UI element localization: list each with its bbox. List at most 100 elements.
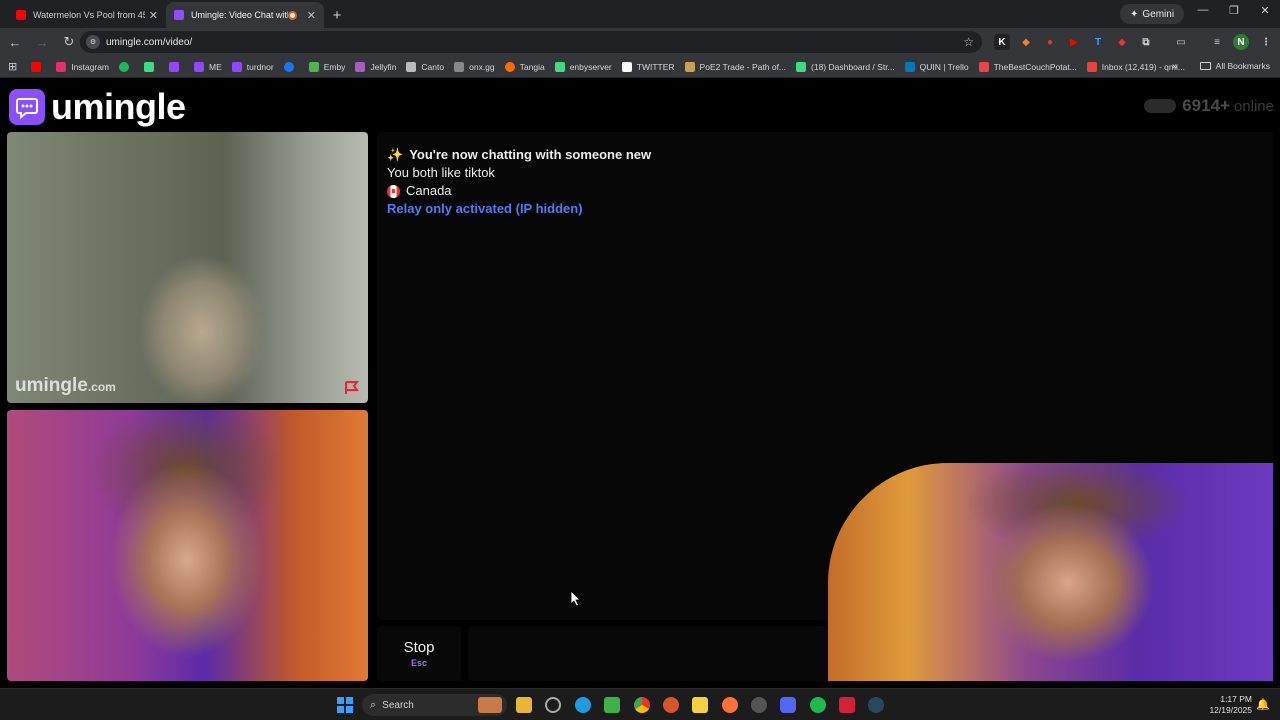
bookmark-twitter[interactable]: TWITTER [621,61,675,72]
facebook-icon [283,61,294,72]
bookmark-tangia[interactable]: Tangia [504,61,545,72]
reload-icon[interactable]: ↻ [57,34,81,50]
spotify-icon [119,61,130,72]
all-bookmarks-button[interactable]: All Bookmarks [1199,61,1270,71]
chat-input[interactable] [468,626,828,681]
chrome-icon[interactable] [634,697,650,713]
notification-bell-icon[interactable]: 🔔 [1256,698,1270,711]
theme-toggle[interactable] [1144,99,1177,113]
bookmark-facebook[interactable] [283,61,299,72]
enbyserver-icon [554,61,565,72]
forward-icon[interactable]: → [30,35,54,50]
online-count: 6914+ [1182,96,1230,115]
bookmark-dashboard[interactable]: (18) Dashboard / Str... [796,61,895,72]
online-indicator: 6914+ online [1144,96,1274,116]
twitch-icon [194,61,205,72]
online-label: online [1233,97,1274,115]
start-windows-icon[interactable] [337,697,353,713]
remote-video: umingle.com [7,132,368,403]
dashboard-icon [796,61,807,72]
umingle-logo[interactable]: umingle [9,86,186,128]
url-text: umingle.com/video/ [106,36,193,48]
bookmark-jellyfin[interactable]: Jellyfin [355,61,396,72]
extension-translate-icon[interactable]: T [1090,34,1106,50]
taskbar: ⌕ Search 1:17 PM 12/19/2025 🔔 [0,688,1280,720]
bookmark-emby[interactable]: Emby [308,61,345,72]
mouse-cursor-icon [571,591,581,607]
firefox-icon[interactable] [722,697,738,713]
sticky-notes-icon[interactable] [692,697,708,713]
minimize-icon[interactable]: — [1188,4,1218,16]
onx-icon [454,61,465,72]
x-icon [621,61,632,72]
new-tab-button[interactable]: + [324,2,350,28]
close-window-icon[interactable]: ✕ [1250,4,1280,17]
bookmark-instagram[interactable]: Instagram [56,61,109,72]
trello-icon [904,61,915,72]
stop-button[interactable]: Stop Esc [377,626,461,681]
sidepanel-icon[interactable]: ▭ [1173,34,1189,50]
bookmark-enbyserver[interactable]: enbyserver [554,61,612,72]
bookmark-poe2[interactable]: PoE2 Trade - Path of... [684,61,786,72]
bookmark-spotify[interactable] [119,61,134,72]
bookmark-star-icon[interactable]: ☆ [963,35,974,49]
folder-icon [1199,62,1211,70]
bookmark-onx[interactable]: onx.gg [454,61,495,72]
jellyfin-icon [355,61,366,72]
discord-icon[interactable] [780,697,796,713]
site-info-icon[interactable]: ⚙ [86,35,100,49]
couchpotato-icon [978,61,989,72]
media-icon[interactable]: ≡ [1209,34,1225,50]
obs-icon[interactable] [839,697,855,713]
profile-avatar-icon[interactable]: N [1233,34,1249,50]
extension-youtube-icon[interactable]: ▶ [1066,34,1082,50]
browser-tab-youtube[interactable]: Watermelon Vs Pool from 45m ✕ [8,2,166,28]
bookmark-youtube[interactable] [31,61,46,72]
app-icon [144,61,155,72]
gemini-button[interactable]: ✦ Gemini [1120,4,1185,24]
video-watermark: umingle.com [15,375,116,396]
close-icon[interactable]: ✕ [307,9,316,22]
play-arrow-icon[interactable] [604,697,620,713]
extension-k-icon[interactable]: K [994,34,1010,50]
tab-title: Watermelon Vs Pool from 45m [33,10,145,20]
extensions-puzzle-icon[interactable]: ⧉ [1138,34,1154,50]
sparkles-icon: ✨ [387,147,404,162]
bookmark-twitch[interactable] [169,61,184,72]
widgets-icon[interactable] [478,697,502,713]
address-bar[interactable]: ⚙ umingle.com/video/ ☆ [80,31,982,53]
youtube-icon [16,10,26,20]
back-icon[interactable]: ← [3,35,27,50]
bookmark-canto[interactable]: Canto [406,61,444,72]
edge-icon[interactable] [575,697,591,713]
bookmarks-overflow-icon[interactable]: » [1172,61,1178,72]
app-circle-icon[interactable] [545,697,561,713]
bookmarks-bar: ⊞ Instagram ME turdnor Emby Jellyfin Can… [0,56,1280,78]
bookmark-green[interactable] [144,61,159,72]
menu-icon[interactable]: ⋮ [1258,34,1274,50]
bookmark-me[interactable]: ME [194,61,222,72]
file-explorer-icon[interactable] [516,697,532,713]
tab-strip: Watermelon Vs Pool from 45m ✕ Umingle: V… [0,0,1280,28]
steam-icon[interactable] [868,697,884,713]
bookmark-turdnor[interactable]: turdnor [231,61,274,72]
bookmark-couchpotato[interactable]: TheBestCouchPotat... [978,61,1077,72]
twitch-icon [169,61,180,72]
browser-tab-umingle[interactable]: Umingle: Video Chat with S ✕ [166,2,324,28]
spotify-icon[interactable] [810,697,826,713]
extension-fox-icon[interactable]: ◆ [1018,34,1034,50]
extension-rec-icon[interactable]: ● [1042,34,1058,50]
extension-dl-icon[interactable]: ◆ [1114,34,1130,50]
restore-icon[interactable]: ❐ [1219,4,1249,17]
app-dark-icon[interactable] [751,697,767,713]
bookmark-trello[interactable]: QUIN | Trello [904,61,969,72]
apps-grid-icon[interactable]: ⊞ [8,60,17,73]
youtube-icon [31,61,42,72]
close-icon[interactable]: ✕ [149,9,158,22]
umingle-favicon-icon [174,10,184,20]
system-clock[interactable]: 1:17 PM 12/19/2025 [1209,694,1252,716]
bookmark-gmail[interactable]: Inbox (12,419) - qmi... [1086,61,1185,72]
report-flag-icon[interactable] [344,381,360,395]
instagram-icon [56,61,67,72]
app-orange-icon[interactable] [663,697,679,713]
